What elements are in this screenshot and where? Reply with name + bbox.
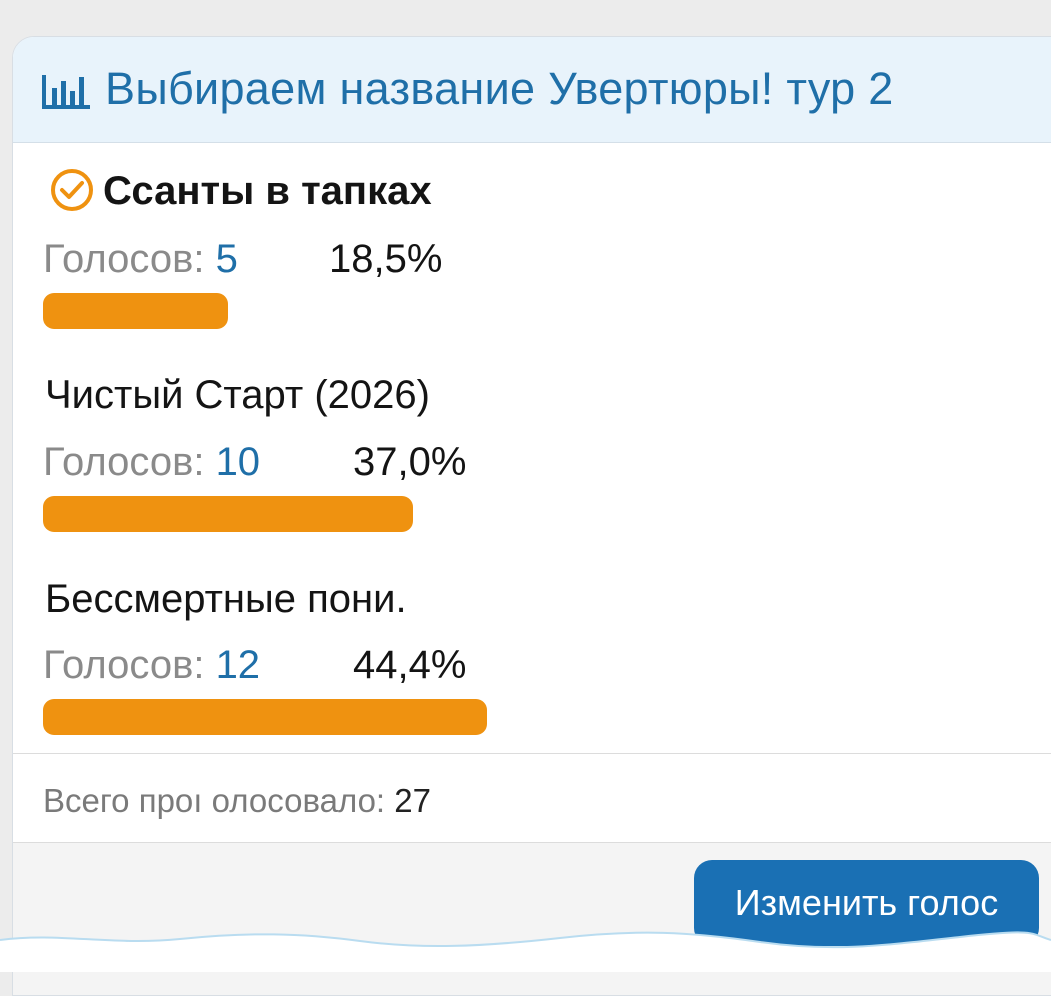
votes-label: Голосов: (43, 237, 216, 281)
votes-count[interactable]: 10 (216, 440, 261, 484)
poll-card: Выбираем название Увертюры! тур 2 Ссанты… (12, 36, 1051, 996)
votes-count[interactable]: 5 (216, 237, 238, 281)
votes-label: Голосов: (43, 643, 216, 687)
option-votes-2: Голосов: 10 37,0% (43, 440, 466, 485)
total-count: 27 (394, 782, 431, 819)
option-label-3: Бессмертные пони. (45, 577, 407, 621)
vote-percent: 37,0% (353, 440, 467, 484)
check-circle-icon (51, 169, 93, 211)
option-label-2: Чистый Старт (2026) (45, 373, 430, 417)
total-voters: Всего проı олосовало: 27 (43, 782, 431, 820)
vote-bar-2 (43, 496, 413, 532)
vote-percent: 44,4% (353, 643, 467, 687)
torn-edge (0, 931, 1051, 972)
poll-header: Выбираем название Увертюры! тур 2 (13, 37, 1051, 143)
bar-chart-icon (42, 75, 90, 109)
votes-count[interactable]: 12 (216, 643, 261, 687)
vote-bar-1 (43, 293, 228, 329)
vote-bar-3 (43, 699, 487, 735)
option-votes-1: Голосов: 5 18,5% (43, 237, 442, 282)
option-votes-3: Голосов: 12 44,4% (43, 643, 466, 688)
total-label: Всего проı олосовало: (43, 782, 395, 819)
votes-label: Голосов: (43, 440, 216, 484)
poll-actions: Изменить голос (13, 843, 1051, 995)
vote-percent: 18,5% (329, 237, 443, 281)
poll-footer: Всего проı олосовало: 27 (13, 753, 1051, 843)
poll-title: Выбираем название Увертюры! тур 2 (105, 63, 894, 114)
option-label-1: Ссанты в тапках (103, 169, 432, 213)
